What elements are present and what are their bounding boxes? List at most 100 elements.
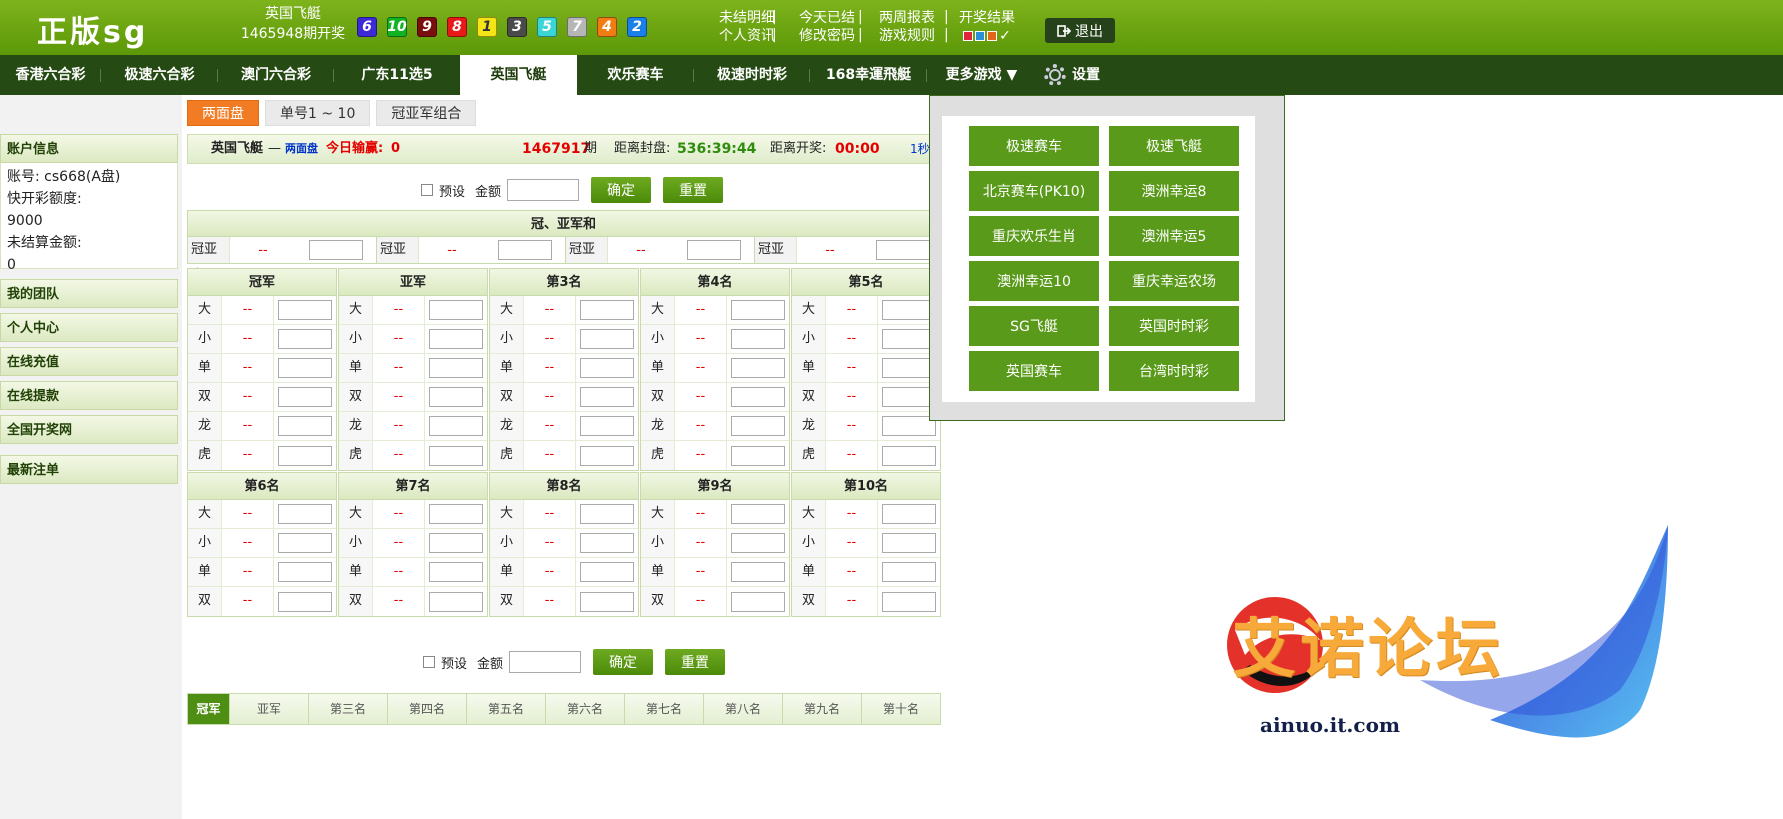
bet-amount-input[interactable] [731,562,785,582]
rank-tab[interactable]: 冠军 [188,694,230,724]
bet-amount-input[interactable] [429,387,483,407]
bet-amount-input[interactable] [429,329,483,349]
tab-two-sides[interactable]: 两面盘 [187,100,259,126]
preset-checkbox[interactable] [423,656,435,668]
bet-amount-input[interactable] [580,358,634,378]
nav-gd-11x5[interactable]: 广东11选5 [334,55,460,95]
more-game-button[interactable]: 澳洲幸运8 [1109,171,1239,211]
bet-amount-input[interactable] [309,240,363,260]
bet-amount-input[interactable] [731,416,785,436]
more-game-button[interactable]: 极速飞艇 [1109,126,1239,166]
more-game-button[interactable]: 英国赛车 [969,351,1099,391]
rank-tab[interactable]: 第五名 [467,694,546,724]
bet-amount-input[interactable] [882,504,936,524]
bet-amount-input[interactable] [882,533,936,553]
more-game-button[interactable]: 台湾时时彩 [1109,351,1239,391]
sidebar-item-latest-bets[interactable]: 最新注单 [0,455,178,484]
bet-amount-input[interactable] [278,533,332,553]
bet-amount-input[interactable] [278,358,332,378]
rank-tab[interactable]: 第四名 [388,694,467,724]
more-game-button[interactable]: 极速赛车 [969,126,1099,166]
bet-amount-input[interactable] [731,533,785,553]
more-game-button[interactable]: 北京赛车(PK10) [969,171,1099,211]
site-logo[interactable]: 正版sg [37,7,148,51]
bet-amount-input[interactable] [580,329,634,349]
more-game-button[interactable]: 重庆欢乐生肖 [969,216,1099,256]
bet-amount-input[interactable] [429,416,483,436]
bet-amount-input[interactable] [498,240,552,260]
nav-macau-mark-six[interactable]: 澳门六合彩 [218,55,334,95]
bet-amount-input[interactable] [580,445,634,466]
nav-speed-mark-six[interactable]: 极速六合彩 [101,55,218,95]
rank-tab[interactable]: 第九名 [783,694,862,724]
rank-tab[interactable]: 第十名 [862,694,940,724]
bet-amount-input[interactable] [580,300,634,320]
sidebar-item-personal-center[interactable]: 个人中心 [0,313,178,342]
amount-input[interactable] [509,651,582,673]
tab-champion-combo[interactable]: 冠亚军组合 [376,100,477,126]
more-game-button[interactable]: 澳洲幸运5 [1109,216,1239,256]
bet-amount-input[interactable] [731,445,785,466]
sidebar-item-deposit[interactable]: 在线充值 [0,347,178,376]
reset-button[interactable]: 重置 [665,649,726,675]
bet-amount-input[interactable] [731,387,785,407]
bet-amount-input[interactable] [876,240,930,260]
link-change-password[interactable]: 修改密码 [787,27,867,46]
confirm-button[interactable]: 确定 [593,649,654,675]
link-draw-results[interactable]: 开奖结果 [947,9,1027,27]
theme-swatch-orange[interactable] [987,31,998,41]
bet-amount-input[interactable] [580,504,634,524]
bet-amount-input[interactable] [882,416,936,436]
bet-amount-input[interactable] [731,504,785,524]
bet-amount-input[interactable] [278,562,332,582]
bet-amount-input[interactable] [882,445,936,466]
sidebar-item-withdraw[interactable]: 在线提款 [0,381,178,410]
nav-more-games[interactable]: 更多游戏 ▼ [927,55,1036,95]
rank-tab[interactable]: 第八名 [704,694,783,724]
bet-amount-input[interactable] [429,504,483,524]
more-game-button[interactable]: 澳洲幸运10 [969,261,1099,301]
rank-tab[interactable]: 第三名 [309,694,388,724]
bet-amount-input[interactable] [429,445,483,466]
bet-amount-input[interactable] [580,416,634,436]
sidebar-item-my-team[interactable]: 我的团队 [0,279,178,308]
amount-input[interactable] [507,179,580,201]
bet-amount-input[interactable] [278,591,332,612]
bet-amount-input[interactable] [278,329,332,349]
bet-amount-input[interactable] [580,562,634,582]
bet-amount-input[interactable] [278,445,332,466]
theme-swatch-blue[interactable] [975,31,986,41]
more-game-button[interactable]: SG飞艇 [969,306,1099,346]
bet-amount-input[interactable] [882,358,936,378]
bet-amount-input[interactable] [278,504,332,524]
info-refresh-timer[interactable]: 1秒 [910,135,930,163]
tab-single-number[interactable]: 单号1 ~ 10 [265,100,371,126]
bet-amount-input[interactable] [731,329,785,349]
bet-amount-input[interactable] [429,300,483,320]
bet-amount-input[interactable] [882,562,936,582]
rank-tab[interactable]: 第七名 [625,694,704,724]
link-game-rules[interactable]: 游戏规则 [867,27,947,46]
nav-settings[interactable]: 设置 [1036,55,1100,95]
bet-amount-input[interactable] [731,591,785,612]
reset-button[interactable]: 重置 [663,177,724,203]
bet-amount-input[interactable] [429,358,483,378]
confirm-button[interactable]: 确定 [591,177,652,203]
bet-amount-input[interactable] [429,562,483,582]
nav-uk-airship[interactable]: 英国飞艇 [460,55,577,95]
bet-amount-input[interactable] [278,387,332,407]
nav-168-airship[interactable]: 168幸運飛艇 [810,55,927,95]
bet-amount-input[interactable] [882,329,936,349]
nav-happy-racing[interactable]: 欢乐赛车 [577,55,694,95]
bet-amount-input[interactable] [580,533,634,553]
nav-speed-ssc[interactable]: 极速时时彩 [694,55,810,95]
preset-checkbox[interactable] [421,184,433,196]
bet-amount-input[interactable] [731,300,785,320]
bet-amount-input[interactable] [580,591,634,612]
bet-amount-input[interactable] [278,300,332,320]
bet-amount-input[interactable] [429,591,483,612]
rank-tab[interactable]: 第六名 [546,694,625,724]
rank-tab[interactable]: 亚军 [230,694,309,724]
more-game-button[interactable]: 英国时时彩 [1109,306,1239,346]
more-game-button[interactable]: 重庆幸运农场 [1109,261,1239,301]
